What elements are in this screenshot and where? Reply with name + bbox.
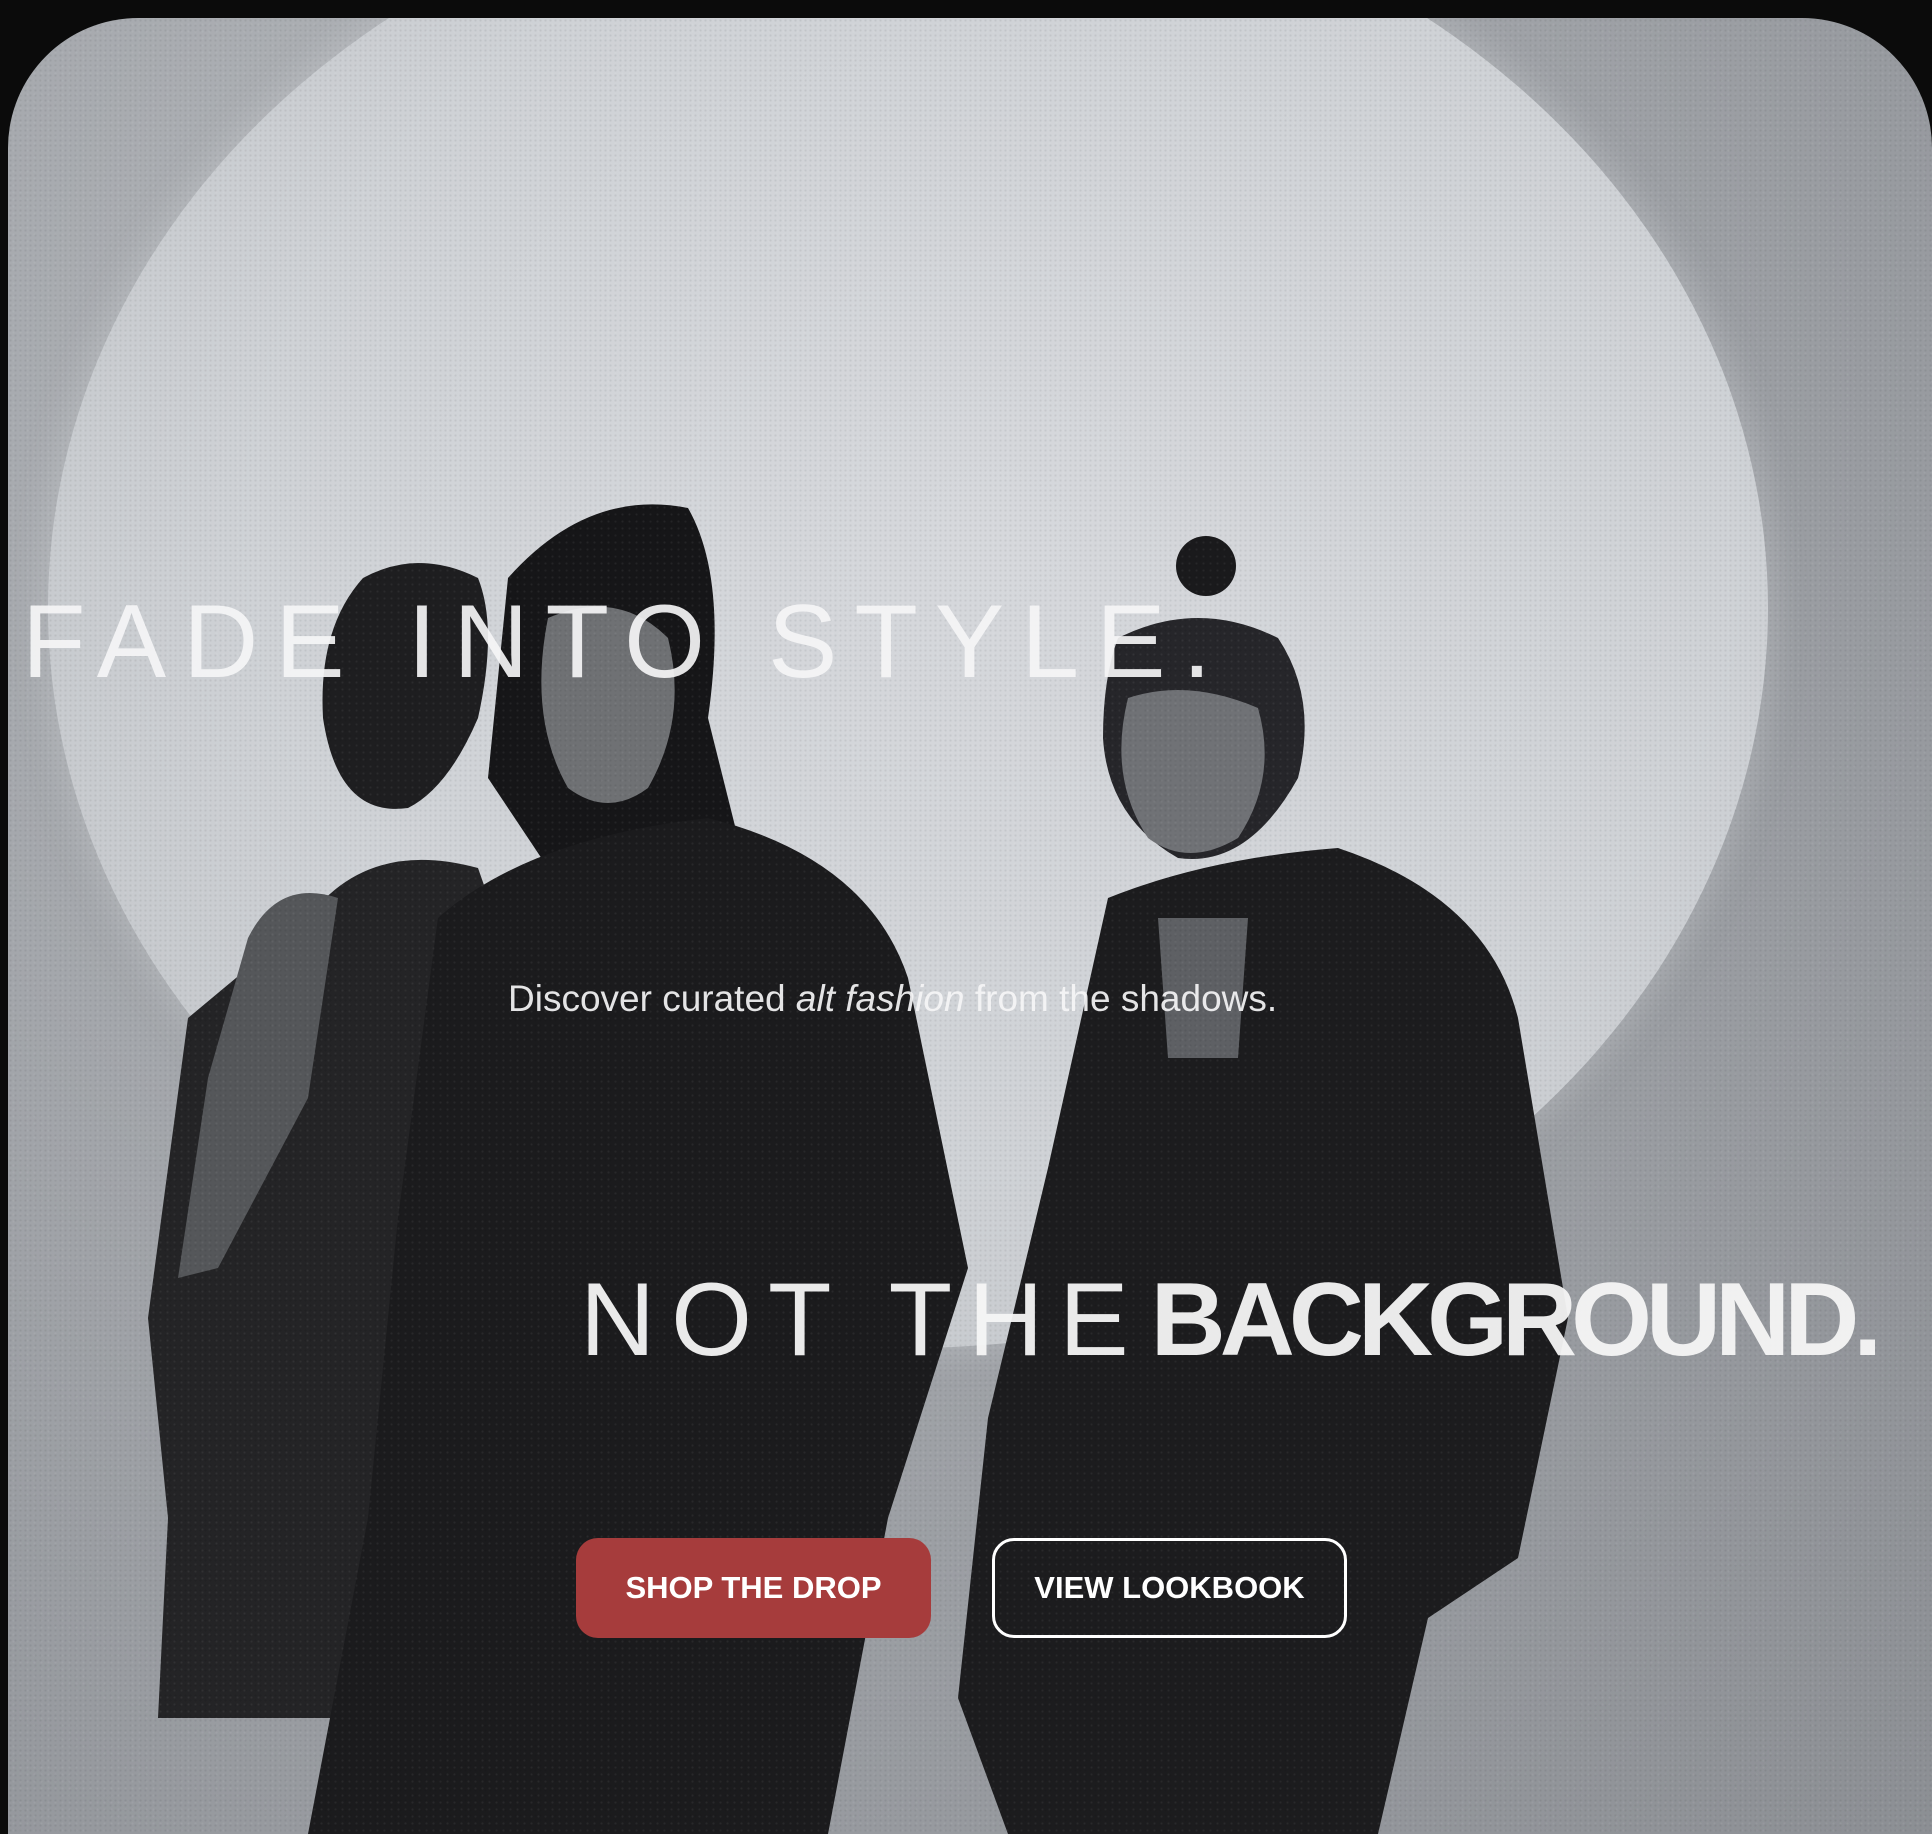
hero-subline: Discover curated alt fashion from the sh… [508,980,1277,1017]
shop-the-drop-button[interactable]: SHOP THE DROP [576,1538,931,1638]
headline-bottom-spaced: NOT THE [580,1262,1145,1378]
view-lookbook-button[interactable]: VIEW LOOKBOOK [992,1538,1347,1638]
model-right [958,536,1568,1834]
headline-bottom-tight: BACKGROUND. [1150,1262,1883,1378]
subline-emphasis: alt fashion [795,978,965,1019]
hero-section [8,18,1932,1834]
hero-headline-bottom: NOT THEBACKGROUND. [580,1268,1882,1372]
subline-after: from the shadows. [964,978,1278,1019]
hero-photo [148,504,1568,1834]
hero-headline-top: FADE INTO STYLE. [22,584,1229,700]
subline-before: Discover curated [508,978,796,1019]
